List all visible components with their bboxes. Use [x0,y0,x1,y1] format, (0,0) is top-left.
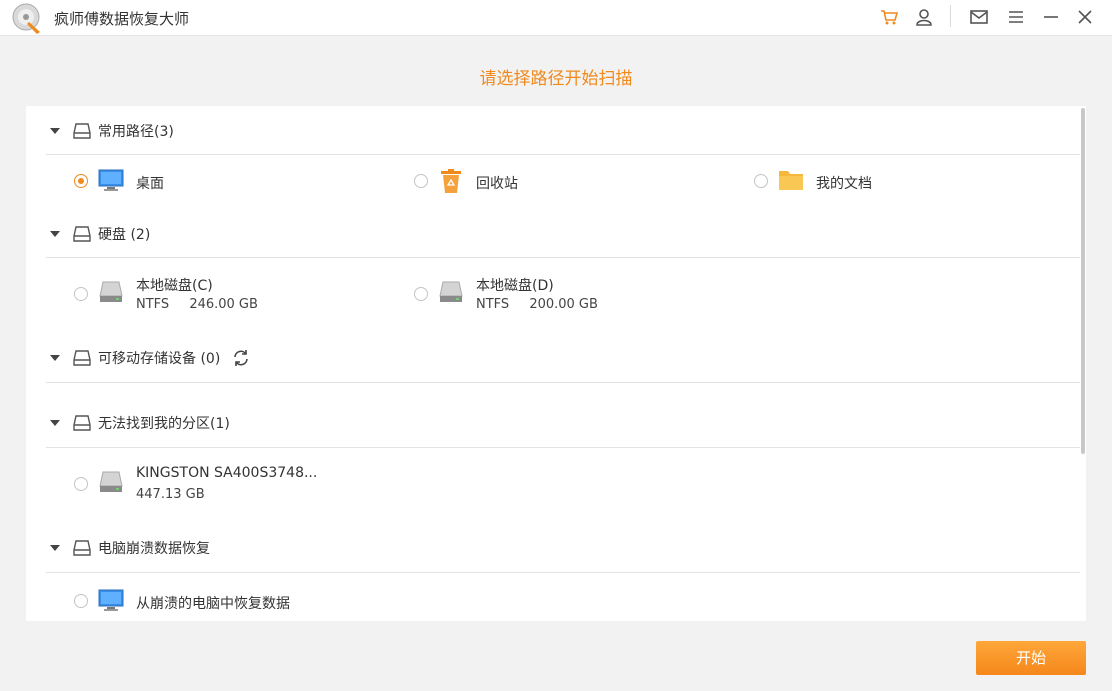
drive-outline-icon [73,123,91,139]
minimize-icon[interactable] [1040,6,1062,28]
path-label: 桌面 [136,176,164,192]
path-panel: 常用路径(3) 桌面 回收站 我的文档 硬盘 (2) 本地磁盘(C) NTFS … [26,106,1086,621]
collapse-caret-icon[interactable] [50,128,60,134]
section-removable: 可移动存储设备 (0) [26,347,1026,371]
section-hard-disk: 硬盘 (2) [26,223,1026,247]
path-item-documents[interactable]: 我的文档 [754,168,1084,208]
path-item-desktop[interactable]: 桌面 [74,168,404,208]
page-heading: 请选择路径开始扫描 [479,69,633,89]
radio-crash-recovery[interactable] [74,594,88,608]
divider [46,257,1080,258]
disk-size: 246.00 GB [189,297,258,312]
disk-name: 本地磁盘(C) [136,278,213,294]
section-crash-recovery: 电脑崩溃数据恢复 [26,537,1026,561]
section-common-paths: 常用路径(3) [26,120,1026,144]
hard-drive-icon [99,281,123,302]
path-label: 从崩溃的电脑中恢复数据 [136,596,290,612]
drive-outline-icon [73,226,91,242]
collapse-caret-icon[interactable] [50,545,60,551]
collapse-caret-icon[interactable] [50,355,60,361]
collapse-caret-icon[interactable] [50,231,60,237]
section-label: 无法找到我的分区(1) [98,416,230,432]
radio-documents[interactable] [754,174,768,188]
drive-outline-icon [73,350,91,366]
monitor-icon [98,589,124,611]
section-label: 常用路径(3) [98,124,174,140]
drive-outline-icon [73,415,91,431]
disk-filesystem: NTFS [476,297,510,312]
app-logo-icon [12,3,40,34]
monitor-icon [98,169,124,191]
recycle-bin-icon [441,169,461,193]
divider [46,154,1080,155]
disk-info: NTFS 200.00 GB [476,297,598,312]
disk-size: 200.00 GB [529,297,598,312]
section-label: 可移动存储设备 (0) [98,351,221,367]
folder-icon [779,171,803,190]
section-label: 硬盘 (2) [98,227,151,243]
disk-item-d[interactable]: 本地磁盘(D) NTFS 200.00 GB [414,274,744,318]
crash-recovery-item[interactable]: 从崩溃的电脑中恢复数据 [74,588,404,621]
path-item-recycle-bin[interactable]: 回收站 [414,168,744,208]
radio-recycle-bin[interactable] [414,174,428,188]
disk-name: 本地磁盘(D) [476,278,554,294]
divider [46,447,1080,448]
disk-filesystem: NTFS [136,297,170,312]
disk-item-c[interactable]: 本地磁盘(C) NTFS 246.00 GB [74,274,404,318]
hard-drive-icon [439,281,463,302]
refresh-icon[interactable] [232,349,250,367]
title-bar: 疯师傅数据恢复大师 [0,0,1112,36]
disk-info: NTFS 246.00 GB [136,297,258,312]
cart-icon[interactable] [878,6,900,28]
section-label: 电脑崩溃数据恢复 [98,541,210,557]
radio-disk-d[interactable] [414,287,428,301]
collapse-caret-icon[interactable] [50,420,60,426]
disk-name: KINGSTON SA400S3748... [136,465,318,481]
path-label: 回收站 [476,176,518,192]
close-icon[interactable] [1074,6,1096,28]
section-lost-partition: 无法找到我的分区(1) [26,412,1026,436]
mail-icon[interactable] [968,6,990,28]
divider [46,382,1080,383]
toolbar-separator [950,5,951,27]
menu-icon[interactable] [1005,6,1027,28]
app-title: 疯师傅数据恢复大师 [54,10,190,28]
radio-desktop[interactable] [74,174,88,188]
radio-disk-c[interactable] [74,287,88,301]
drive-outline-icon [73,540,91,556]
lost-disk-item[interactable]: KINGSTON SA400S3748... 447.13 GB [74,464,404,508]
radio-lost-disk[interactable] [74,477,88,491]
path-label: 我的文档 [816,176,872,192]
disk-size: 447.13 GB [136,487,205,502]
hard-drive-icon [99,471,123,492]
divider [46,572,1080,573]
start-button[interactable]: 开始 [976,641,1086,675]
user-icon[interactable] [913,6,935,28]
scrollbar-thumb[interactable] [1081,108,1085,454]
